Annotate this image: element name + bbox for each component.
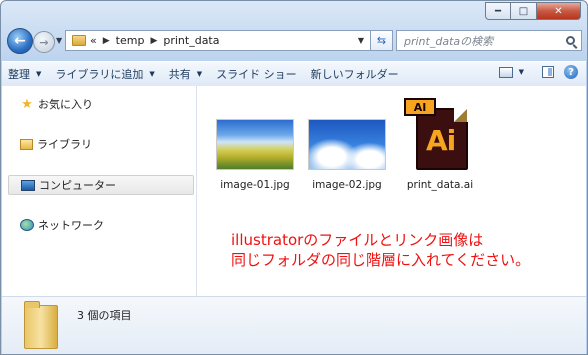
image-02-thumbnail <box>308 119 386 170</box>
chevron-down-icon: ▼ <box>149 70 155 78</box>
file-name: print_data.ai <box>406 179 474 191</box>
view-dropdown-icon[interactable]: ▼ <box>519 68 524 76</box>
instruction-note: illustratorのファイルとリンク画像は 同じフォルダの同じ階層に入れてく… <box>231 230 530 270</box>
arrow-left-icon: ← <box>14 33 26 49</box>
breadcrumb-print-data[interactable]: print_data <box>163 34 219 47</box>
folder-icon <box>72 35 86 46</box>
maximize-button[interactable]: □ <box>511 2 537 20</box>
star-icon: ★ <box>21 96 33 112</box>
new-folder-button[interactable]: 新しいフォルダー <box>311 66 399 82</box>
back-button[interactable]: ← <box>7 28 33 54</box>
view-controls: ▼ ? <box>498 65 578 79</box>
refresh-button[interactable]: ⇆ <box>371 30 393 51</box>
file-name: image-01.jpg <box>220 179 290 191</box>
forward-button[interactable]: → <box>33 31 55 53</box>
help-icon[interactable]: ? <box>564 65 578 79</box>
main-area: ★ お気に入り ライブラリ コンピューター ネットワーク image-01.jp… <box>2 86 586 354</box>
file-list: image-01.jpg image-02.jpg Ai AI print_da… <box>198 86 586 296</box>
chevron-down-icon: ▼ <box>196 70 203 78</box>
organize-label: 整理 <box>8 68 30 81</box>
sidebar-item-label: お気に入り <box>38 98 93 111</box>
navigation-bar: ← → ▼ « ▶ temp ▶ print_data ▼ ⇆ print_da… <box>7 28 582 54</box>
sidebar-item-label: ネットワーク <box>38 219 104 232</box>
command-bar: 整理 ▼ ライブラリに追加 ▼ 共有 ▼ スライド ショー 新しいフォルダー ▼ ? <box>2 61 586 87</box>
search-icon <box>566 36 575 45</box>
sidebar-item-libraries[interactable]: ライブラリ <box>8 134 194 154</box>
library-icon <box>20 138 33 150</box>
note-line-2: 同じフォルダの同じ階層に入れてください。 <box>231 251 531 269</box>
page-fold-icon <box>454 108 468 122</box>
sidebar-item-network[interactable]: ネットワーク <box>8 215 194 235</box>
item-count: 3 個の項目 <box>77 309 132 322</box>
sidebar-item-label: コンピューター <box>39 179 116 192</box>
address-dropdown-icon[interactable]: ▼ <box>358 36 364 45</box>
search-placeholder: print_dataの検索 <box>404 34 494 48</box>
details-pane: 3 個の項目 <box>2 296 586 354</box>
network-icon <box>20 219 34 231</box>
explorer-window: ━ □ ✕ ← → ▼ « ▶ temp ▶ print_data ▼ ⇆ pr… <box>0 0 588 355</box>
file-name: image-02.jpg <box>312 179 382 191</box>
slideshow-label: スライド ショー <box>216 68 297 81</box>
share-label: 共有 <box>168 68 191 81</box>
sidebar-item-favorites[interactable]: ★ お気に入り <box>8 94 194 114</box>
add-to-library-menu[interactable]: ライブラリに追加 ▼ <box>55 66 154 82</box>
navigation-pane: ★ お気に入り ライブラリ コンピューター ネットワーク <box>2 86 197 296</box>
change-view-icon[interactable] <box>498 66 513 78</box>
share-menu[interactable]: 共有 ▼ <box>169 66 202 82</box>
illustrator-file-icon: Ai <box>416 108 468 170</box>
slideshow-button[interactable]: スライド ショー <box>216 66 297 82</box>
chevron-right-icon[interactable]: ▶ <box>103 36 110 46</box>
search-input[interactable]: print_dataの検索 <box>396 30 582 51</box>
computer-icon <box>21 179 35 191</box>
sidebar-item-computer[interactable]: コンピューター <box>8 175 194 195</box>
image-01-thumbnail <box>216 119 294 170</box>
breadcrumb-temp[interactable]: temp <box>116 34 145 47</box>
add-to-library-label: ライブラリに追加 <box>55 68 144 81</box>
refresh-icon: ⇆ <box>376 34 387 47</box>
illustrator-badge: AI <box>404 98 436 116</box>
new-folder-label: 新しいフォルダー <box>310 68 399 81</box>
close-button[interactable]: ✕ <box>537 2 581 20</box>
note-line-1: illustratorのファイルとリンク画像は <box>231 231 484 249</box>
folder-icon <box>24 301 58 349</box>
preview-pane-icon[interactable] <box>542 66 554 78</box>
breadcrumb-overflow[interactable]: « <box>90 34 97 47</box>
illustrator-icon-text: Ai <box>426 124 456 157</box>
recent-pages-dropdown[interactable]: ▼ <box>56 36 62 45</box>
minimize-button[interactable]: ━ <box>485 2 511 20</box>
chevron-right-icon[interactable]: ▶ <box>150 36 157 46</box>
arrow-right-icon: → <box>39 35 49 49</box>
address-bar[interactable]: « ▶ temp ▶ print_data ▼ <box>65 30 371 51</box>
organize-menu[interactable]: 整理 ▼ <box>8 66 41 82</box>
window-controls: ━ □ ✕ <box>485 2 581 20</box>
chevron-down-icon: ▼ <box>36 70 42 78</box>
sidebar-item-label: ライブラリ <box>37 138 92 151</box>
